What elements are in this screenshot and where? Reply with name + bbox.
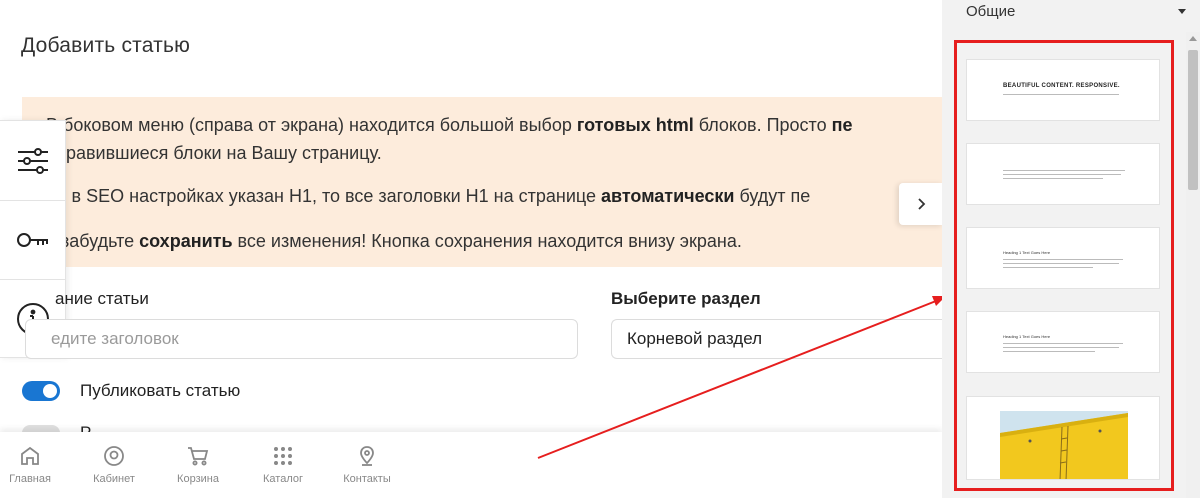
block-thumbnail-image[interactable] — [966, 396, 1160, 480]
scroll-thumb[interactable] — [1188, 50, 1198, 190]
block-thumbnail[interactable]: Heading 1 Text Goes Here — [966, 227, 1160, 289]
blocks-panel: Общие BEAUTIFUL CONTENT. RESPONSIVE. Hea… — [942, 0, 1200, 498]
category-select[interactable]: Общие — [942, 0, 1200, 26]
block-thumbnail[interactable]: Heading 1 Text Goes Here — [966, 311, 1160, 373]
blocks-list: BEAUTIFUL CONTENT. RESPONSIVE. Heading 1… — [954, 40, 1174, 491]
scrollbar[interactable] — [1186, 32, 1200, 498]
caret-down-icon — [1178, 9, 1186, 14]
block-thumbnail[interactable] — [966, 143, 1160, 205]
yellow-building-image — [1000, 411, 1128, 479]
scroll-up-icon[interactable] — [1189, 36, 1197, 41]
block-thumbnail[interactable]: BEAUTIFUL CONTENT. RESPONSIVE. — [966, 59, 1160, 121]
